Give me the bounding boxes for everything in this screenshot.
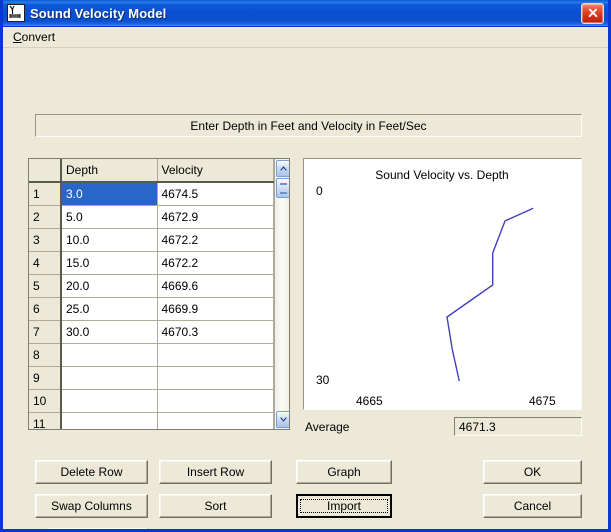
chart-x-tick-left: 4665: [356, 394, 383, 408]
grid-vertical-scrollbar[interactable]: [273, 159, 289, 429]
delete-row-button[interactable]: Delete Row: [35, 460, 148, 484]
cell-depth[interactable]: 10.0: [61, 228, 158, 252]
table-row[interactable]: 7 30.0 4670.3: [29, 320, 274, 344]
title-bar: Sound Velocity Model: [3, 0, 608, 27]
app-icon: [7, 4, 25, 22]
row-header[interactable]: 9: [29, 366, 62, 390]
cell-depth[interactable]: 15.0: [61, 251, 158, 275]
import-button[interactable]: Import: [296, 494, 392, 518]
cell-depth[interactable]: [61, 343, 158, 367]
data-grid[interactable]: Depth Velocity 1 3.0 4674.5 2 5.0 4672.9 3 10.0…: [28, 158, 290, 430]
clear-all-button[interactable]: Clear All: [48, 528, 148, 529]
table-row[interactable]: 1 3.0 4674.5: [29, 182, 274, 206]
chart-y-tick-top: 0: [316, 184, 323, 198]
chevron-down-icon[interactable]: [275, 411, 289, 428]
table-row[interactable]: 5 20.0 4669.6: [29, 274, 274, 298]
cell-velocity[interactable]: [157, 412, 274, 429]
cell-velocity[interactable]: [157, 343, 274, 367]
table-row[interactable]: 8: [29, 343, 274, 367]
velocity-depth-chart: Sound Velocity vs. Depth 0 30 4665 4675: [316, 168, 556, 408]
row-header[interactable]: 11: [29, 412, 62, 429]
cell-depth[interactable]: [61, 366, 158, 390]
ok-button[interactable]: OK: [483, 460, 582, 484]
chart-series-line: [446, 207, 534, 382]
cell-depth[interactable]: 20.0: [61, 274, 158, 298]
table-row[interactable]: 10: [29, 389, 274, 413]
row-header[interactable]: 2: [29, 205, 62, 229]
cell-velocity[interactable]: [157, 389, 274, 413]
chart-y-tick-bottom: 30: [316, 373, 330, 387]
chevron-up-icon[interactable]: [275, 160, 289, 177]
chart-title: Sound Velocity vs. Depth: [375, 168, 508, 182]
close-icon[interactable]: [581, 2, 604, 24]
row-header[interactable]: 10: [29, 389, 62, 413]
column-header-velocity[interactable]: Velocity: [157, 159, 274, 183]
table-body: 1 3.0 4674.5 2 5.0 4672.9 3 10.0 4672.2 4 15.0 4672…: [29, 182, 274, 429]
cell-velocity[interactable]: 4669.6: [157, 274, 274, 298]
chart-panel: Sound Velocity vs. Depth 0 30 4665 4675: [303, 158, 582, 410]
cell-velocity[interactable]: 4672.2: [157, 251, 274, 275]
instruction-text: Enter Depth in Feet and Velocity in Feet…: [190, 118, 427, 133]
column-header-depth[interactable]: Depth: [61, 159, 158, 183]
table-row[interactable]: 11: [29, 412, 274, 429]
table-header-row: Depth Velocity: [29, 159, 274, 183]
table-row[interactable]: 4 15.0 4672.2: [29, 251, 274, 275]
table-row[interactable]: 6 25.0 4669.9: [29, 297, 274, 321]
table-row[interactable]: 2 5.0 4672.9: [29, 205, 274, 229]
graph-button[interactable]: Graph: [296, 460, 392, 484]
row-header[interactable]: 8: [29, 343, 62, 367]
scrollbar-thumb[interactable]: [275, 178, 289, 198]
cell-depth[interactable]: [61, 389, 158, 413]
row-header[interactable]: 1: [29, 182, 62, 206]
data-grid-table: Depth Velocity 1 3.0 4674.5 2 5.0 4672.9 3 10.0…: [29, 159, 274, 429]
row-header[interactable]: 3: [29, 228, 62, 252]
row-header[interactable]: 5: [29, 274, 62, 298]
instruction-banner: Enter Depth in Feet and Velocity in Feet…: [35, 114, 582, 137]
cell-velocity[interactable]: 4674.5: [157, 182, 274, 206]
cancel-button[interactable]: Cancel: [483, 494, 582, 518]
cell-velocity[interactable]: 4672.9: [157, 205, 274, 229]
row-header[interactable]: 6: [29, 297, 62, 321]
table-row[interactable]: 9: [29, 366, 274, 390]
corner-header: [29, 159, 62, 183]
cell-velocity[interactable]: [157, 366, 274, 390]
cell-depth[interactable]: 25.0: [61, 297, 158, 321]
chart-x-tick-right: 4675: [529, 394, 556, 408]
insert-row-button[interactable]: Insert Row: [159, 460, 272, 484]
table-row[interactable]: 3 10.0 4672.2: [29, 228, 274, 252]
cell-velocity[interactable]: 4672.2: [157, 228, 274, 252]
average-value-field[interactable]: 4671.3: [454, 417, 582, 436]
row-header[interactable]: 7: [29, 320, 62, 344]
scrollbar-track[interactable]: [274, 178, 289, 410]
cell-depth[interactable]: 3.0: [61, 182, 158, 206]
client-area: Enter Depth in Feet and Velocity in Feet…: [3, 48, 608, 529]
cell-velocity[interactable]: 4670.3: [157, 320, 274, 344]
cell-depth[interactable]: 5.0: [61, 205, 158, 229]
window-title: Sound Velocity Model: [30, 5, 167, 21]
menu-bar: Convert: [3, 27, 608, 48]
sort-button[interactable]: Sort: [159, 494, 272, 518]
cell-velocity[interactable]: 4669.9: [157, 297, 274, 321]
average-value: 4671.3: [459, 419, 496, 434]
cell-depth[interactable]: 30.0: [61, 320, 158, 344]
menu-item-convert[interactable]: Convert: [8, 28, 60, 46]
cell-depth[interactable]: [61, 412, 158, 429]
import-button-label: Import: [300, 499, 388, 513]
average-label: Average: [305, 420, 350, 434]
swap-columns-button[interactable]: Swap Columns: [35, 494, 148, 518]
dialog-window: Sound Velocity Model Convert Enter Depth…: [0, 0, 611, 532]
row-header[interactable]: 4: [29, 251, 62, 275]
menu-item-convert-label: onvert: [21, 30, 56, 44]
